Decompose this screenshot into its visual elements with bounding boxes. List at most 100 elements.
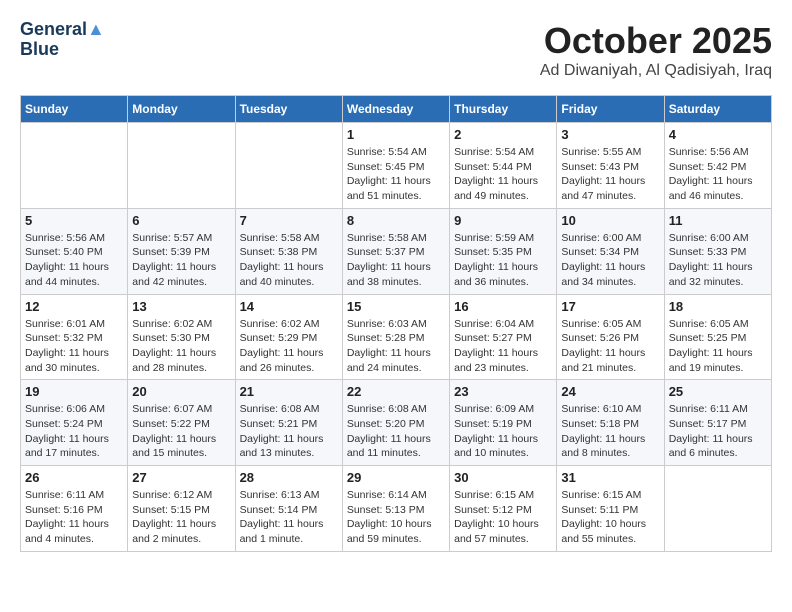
day-number: 22 [347,384,445,399]
calendar-cell: 22 Sunrise: 6:08 AMSunset: 5:20 PMDayligh… [342,380,449,466]
calendar-cell: 30 Sunrise: 6:15 AMSunset: 5:12 PMDayligh… [450,466,557,552]
calendar-cell [128,123,235,209]
day-number: 30 [454,470,552,485]
day-number: 12 [25,299,123,314]
day-number: 3 [561,127,659,142]
day-number: 26 [25,470,123,485]
calendar-cell: 29 Sunrise: 6:14 AMSunset: 5:13 PMDayligh… [342,466,449,552]
day-number: 27 [132,470,230,485]
calendar-cell: 12 Sunrise: 6:01 AMSunset: 5:32 PMDayligh… [21,294,128,380]
day-number: 19 [25,384,123,399]
calendar-cell: 1 Sunrise: 5:54 AMSunset: 5:45 PMDaylight… [342,123,449,209]
day-number: 14 [240,299,338,314]
day-number: 15 [347,299,445,314]
weekday-header-wednesday: Wednesday [342,96,449,123]
day-number: 24 [561,384,659,399]
day-info: Sunrise: 5:58 AMSunset: 5:37 PMDaylight:… [347,231,445,290]
calendar-cell [235,123,342,209]
day-info: Sunrise: 5:54 AMSunset: 5:45 PMDaylight:… [347,145,445,204]
calendar-cell: 28Sunrise: 6:13 AMSunset: 5:14 PMDayligh… [235,466,342,552]
day-number: 21 [240,384,338,399]
calendar-cell: 19 Sunrise: 6:06 AMSunset: 5:24 PMDayligh… [21,380,128,466]
day-number: 10 [561,213,659,228]
calendar-cell: 14 Sunrise: 6:02 AMSunset: 5:29 PMDayligh… [235,294,342,380]
calendar-cell: 23Sunrise: 6:09 AMSunset: 5:19 PMDayligh… [450,380,557,466]
calendar-cell: 27 Sunrise: 6:12 AMSunset: 5:15 PMDayligh… [128,466,235,552]
calendar-cell: 8 Sunrise: 5:58 AMSunset: 5:37 PMDaylight… [342,208,449,294]
day-info: Sunrise: 6:10 AMSunset: 5:18 PMDaylight:… [561,402,659,461]
day-number: 8 [347,213,445,228]
month-title: October 2025 [540,20,772,62]
day-number: 25 [669,384,767,399]
calendar-cell: 16 Sunrise: 6:04 AMSunset: 5:27 PMDayligh… [450,294,557,380]
weekday-header-monday: Monday [128,96,235,123]
day-info: Sunrise: 6:12 AMSunset: 5:15 PMDaylight:… [132,488,230,547]
logo-text: General▲Blue [20,20,105,60]
day-number: 6 [132,213,230,228]
day-number: 28 [240,470,338,485]
calendar-cell: 10 Sunrise: 6:00 AMSunset: 5:34 PMDayligh… [557,208,664,294]
day-info: Sunrise: 6:04 AMSunset: 5:27 PMDaylight:… [454,317,552,376]
day-info: Sunrise: 6:06 AMSunset: 5:24 PMDaylight:… [25,402,123,461]
day-number: 17 [561,299,659,314]
day-info: Sunrise: 6:00 AMSunset: 5:33 PMDaylight:… [669,231,767,290]
calendar-cell: 17 Sunrise: 6:05 AMSunset: 5:26 PMDayligh… [557,294,664,380]
day-info: Sunrise: 5:58 AMSunset: 5:38 PMDaylight:… [240,231,338,290]
weekday-header-sunday: Sunday [21,96,128,123]
weekday-header-saturday: Saturday [664,96,771,123]
weekday-header-tuesday: Tuesday [235,96,342,123]
calendar-cell: 24 Sunrise: 6:10 AMSunset: 5:18 PMDayligh… [557,380,664,466]
day-info: Sunrise: 6:01 AMSunset: 5:32 PMDaylight:… [25,317,123,376]
day-number: 31 [561,470,659,485]
day-info: Sunrise: 6:15 AMSunset: 5:11 PMDaylight:… [561,488,659,547]
calendar-cell: 7 Sunrise: 5:58 AMSunset: 5:38 PMDaylight… [235,208,342,294]
day-number: 5 [25,213,123,228]
calendar-cell: 4 Sunrise: 5:56 AMSunset: 5:42 PMDaylight… [664,123,771,209]
calendar-cell: 18Sunrise: 6:05 AMSunset: 5:25 PMDayligh… [664,294,771,380]
day-info: Sunrise: 6:11 AMSunset: 5:16 PMDaylight:… [25,488,123,547]
day-number: 29 [347,470,445,485]
day-number: 1 [347,127,445,142]
calendar-cell: 11 Sunrise: 6:00 AMSunset: 5:33 PMDayligh… [664,208,771,294]
day-number: 13 [132,299,230,314]
logo: General▲Blue [20,20,105,60]
day-info: Sunrise: 6:15 AMSunset: 5:12 PMDaylight:… [454,488,552,547]
day-info: Sunrise: 6:14 AMSunset: 5:13 PMDaylight:… [347,488,445,547]
calendar-cell: 31 Sunrise: 6:15 AMSunset: 5:11 PMDayligh… [557,466,664,552]
day-number: 11 [669,213,767,228]
day-info: Sunrise: 5:56 AMSunset: 5:42 PMDaylight:… [669,145,767,204]
calendar-cell: 9Sunrise: 5:59 AMSunset: 5:35 PMDaylight… [450,208,557,294]
day-number: 7 [240,213,338,228]
day-info: Sunrise: 5:55 AMSunset: 5:43 PMDaylight:… [561,145,659,204]
day-info: Sunrise: 6:07 AMSunset: 5:22 PMDaylight:… [132,402,230,461]
day-number: 9 [454,213,552,228]
day-info: Sunrise: 6:08 AMSunset: 5:21 PMDaylight:… [240,402,338,461]
calendar-cell: 25Sunrise: 6:11 AMSunset: 5:17 PMDayligh… [664,380,771,466]
calendar-cell: 20 Sunrise: 6:07 AMSunset: 5:22 PMDayligh… [128,380,235,466]
day-info: Sunrise: 6:02 AMSunset: 5:29 PMDaylight:… [240,317,338,376]
day-number: 23 [454,384,552,399]
title-section: October 2025 Ad Diwaniyah, Al Qadisiyah,… [540,20,772,80]
day-info: Sunrise: 5:54 AMSunset: 5:44 PMDaylight:… [454,145,552,204]
calendar-cell: 2 Sunrise: 5:54 AMSunset: 5:44 PMDaylight… [450,123,557,209]
day-info: Sunrise: 6:05 AMSunset: 5:25 PMDaylight:… [669,317,767,376]
day-info: Sunrise: 5:57 AMSunset: 5:39 PMDaylight:… [132,231,230,290]
day-info: Sunrise: 6:00 AMSunset: 5:34 PMDaylight:… [561,231,659,290]
day-number: 2 [454,127,552,142]
calendar-table: SundayMondayTuesdayWednesdayThursdayFrid… [20,95,772,552]
calendar-cell [664,466,771,552]
day-info: Sunrise: 6:05 AMSunset: 5:26 PMDaylight:… [561,317,659,376]
day-info: Sunrise: 6:02 AMSunset: 5:30 PMDaylight:… [132,317,230,376]
calendar-cell: 13 Sunrise: 6:02 AMSunset: 5:30 PMDayligh… [128,294,235,380]
day-info: Sunrise: 5:56 AMSunset: 5:40 PMDaylight:… [25,231,123,290]
day-number: 4 [669,127,767,142]
location-title: Ad Diwaniyah, Al Qadisiyah, Iraq [540,62,772,80]
calendar-cell: 15 Sunrise: 6:03 AMSunset: 5:28 PMDayligh… [342,294,449,380]
weekday-header-friday: Friday [557,96,664,123]
day-number: 20 [132,384,230,399]
calendar-cell: 21 Sunrise: 6:08 AMSunset: 5:21 PMDayligh… [235,380,342,466]
day-info: Sunrise: 6:03 AMSunset: 5:28 PMDaylight:… [347,317,445,376]
day-info: Sunrise: 6:08 AMSunset: 5:20 PMDaylight:… [347,402,445,461]
calendar-cell: 3 Sunrise: 5:55 AMSunset: 5:43 PMDaylight… [557,123,664,209]
day-number: 16 [454,299,552,314]
